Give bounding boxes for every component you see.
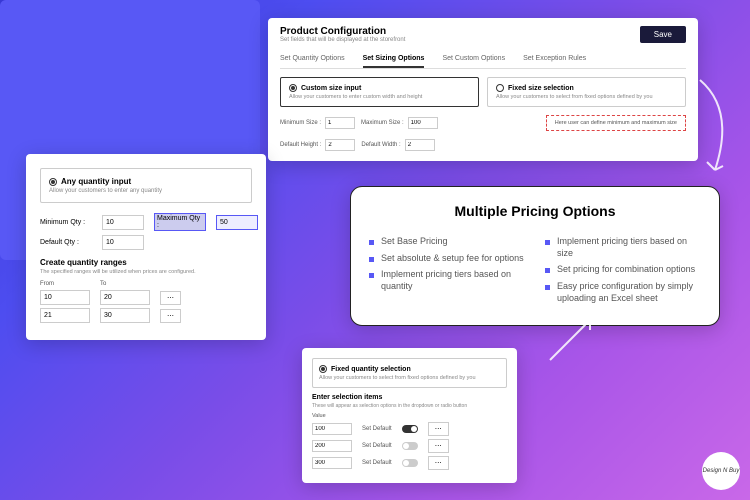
max-size-input[interactable] [408,117,438,129]
range-from-input[interactable] [40,308,90,323]
range-row: ⋯ [40,290,252,305]
fixed-qty-option[interactable]: Fixed quantity selection Allow your cust… [312,358,507,388]
pricing-card: Multiple Pricing Options Set Base Pricin… [350,186,720,326]
arrow-icon [540,310,600,370]
arrow-icon [690,70,740,190]
pricing-list-right: Implement pricing tiers based on size Se… [545,231,701,309]
product-config-panel: Product Configuration Set fields that wi… [268,18,698,161]
tab-custom[interactable]: Set Custom Options [442,51,505,68]
range-to-input[interactable] [100,290,150,305]
fixed-size-option[interactable]: Fixed size selection Allow your customer… [487,77,686,107]
tab-exception[interactable]: Set Exception Rules [523,51,586,68]
value-input[interactable] [312,440,352,452]
any-qty-option[interactable]: Any quantity input Allow your customers … [40,168,252,203]
radio-icon [319,365,327,373]
min-size-input[interactable] [325,117,355,129]
radio-icon [289,84,297,92]
config-tabs: Set Quantity Options Set Sizing Options … [280,51,686,69]
custom-size-option[interactable]: Custom size input Allow your customers t… [280,77,479,107]
ranges-heading: Create quantity ranges [40,258,252,267]
default-toggle[interactable] [402,442,418,450]
radio-icon [496,84,504,92]
default-qty-input[interactable] [102,235,144,250]
brand-logo: Design N Buy [702,452,740,490]
config-subtitle: Set fields that will be displayed at the… [280,37,405,43]
range-to-input[interactable] [100,308,150,323]
default-toggle[interactable] [402,425,418,433]
default-width-input[interactable] [405,139,435,151]
hint-callout: Here user can define minimum and maximum… [546,115,686,131]
pricing-list-left: Set Base Pricing Set absolute & setup fe… [369,231,525,309]
default-height-input[interactable] [325,139,355,151]
radio-icon [49,178,57,186]
quantity-panel: Any quantity input Allow your customers … [26,154,266,340]
save-button[interactable]: Save [640,26,686,43]
range-row: ⋯ [40,308,252,323]
config-title: Product Configuration [280,26,405,37]
selection-row: Set Default ⋯ [312,422,507,436]
default-toggle[interactable] [402,459,418,467]
value-input[interactable] [312,423,352,435]
fixed-qty-panel: Fixed quantity selection Allow your cust… [302,348,517,483]
more-icon[interactable]: ⋯ [428,439,449,453]
min-qty-input[interactable] [102,215,144,230]
selection-row: Set Default ⋯ [312,439,507,453]
value-input[interactable] [312,457,352,469]
more-icon[interactable]: ⋯ [160,291,181,305]
selection-row: Set Default ⋯ [312,456,507,470]
max-qty-input[interactable] [216,215,258,230]
tab-quantity[interactable]: Set Quantity Options [280,51,345,68]
more-icon[interactable]: ⋯ [160,309,181,323]
tab-sizing[interactable]: Set Sizing Options [363,51,425,68]
range-from-input[interactable] [40,290,90,305]
more-icon[interactable]: ⋯ [428,422,449,436]
pricing-title: Multiple Pricing Options [369,203,701,219]
more-icon[interactable]: ⋯ [428,456,449,470]
